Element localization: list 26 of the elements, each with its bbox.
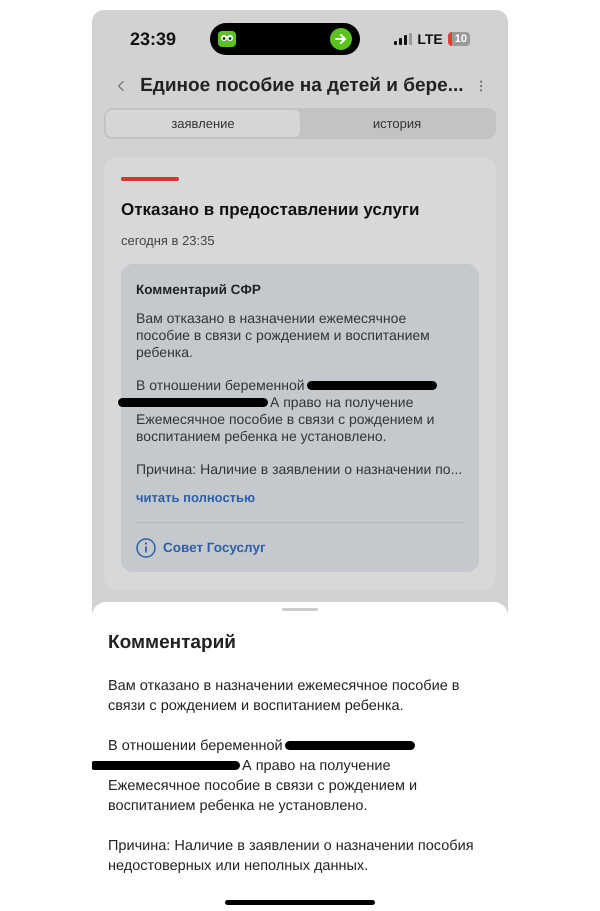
paragraph-text: Ежемесячное пособие в связи с рождением и воспитанием ребенка не установлено. bbox=[108, 776, 418, 816]
paragraph: Причина: Наличие в заявлении о назначении пособия недостоверных или неполных данных. bbox=[108, 836, 475, 876]
paragraph-text: В отношении беременной bbox=[108, 736, 283, 756]
paragraph: Вам отказано в назначении ежемесячное пособие в связи с рождением и воспитанием ребенка. bbox=[108, 676, 461, 716]
sheet-title: Комментарий bbox=[108, 631, 237, 655]
status-title: Отказано в предоставлении услуги bbox=[121, 199, 420, 221]
paragraph-text: А право на получение bbox=[270, 394, 414, 412]
read-more-link[interactable]: читать полностью bbox=[136, 488, 464, 508]
comment-title: Комментарий СФР bbox=[136, 281, 262, 299]
paragraph: Причина: Наличие в заявлении о назначении по... bbox=[136, 461, 464, 478]
clock: 23:39 bbox=[130, 28, 178, 50]
paragraph: Вам отказано в назначении ежемесячное пособие в связи с рождением и воспитанием ребенка. bbox=[136, 310, 431, 362]
tip-link[interactable]: Совет Госуслуг bbox=[163, 538, 266, 558]
page-title: Единое пособие на детей и бере... bbox=[140, 74, 464, 98]
battery-indicator: 10 bbox=[448, 32, 470, 46]
tab[interactable]: заявление bbox=[106, 110, 300, 137]
paragraph-text: Ежемесячное пособие в связи с рождением и воспитанием ребенка не установлено. bbox=[136, 411, 436, 446]
tab[interactable]: история bbox=[300, 110, 494, 137]
network-label: LTE bbox=[417, 30, 443, 48]
signal-icon bbox=[394, 33, 412, 45]
status-date: сегодня в 23:35 bbox=[121, 232, 216, 250]
sheet-handle[interactable] bbox=[282, 608, 318, 611]
owl-icon bbox=[218, 31, 236, 47]
paragraph-text: В отношении беременной bbox=[136, 377, 305, 394]
info-icon bbox=[136, 538, 156, 558]
paragraph-text: А право на получение bbox=[242, 756, 391, 776]
